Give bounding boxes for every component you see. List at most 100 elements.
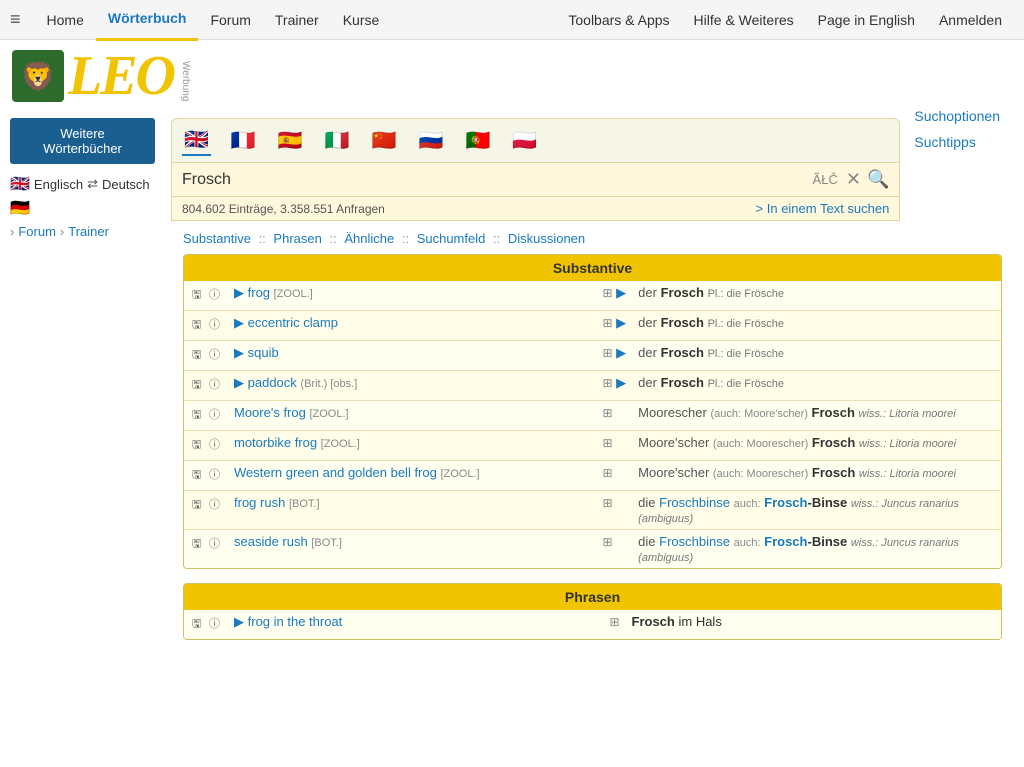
tab-substantive[interactable]: Substantive [183, 231, 251, 246]
de-word: Frosch [632, 614, 675, 629]
save-icon[interactable]: 🖫 [190, 375, 203, 396]
play-button[interactable]: ▶ [234, 345, 244, 361]
de-grid-icon[interactable]: ⊞ [602, 496, 612, 510]
info-icon[interactable]: ⓘ [207, 285, 222, 303]
tab-suchumfeld[interactable]: Suchumfeld [417, 231, 486, 246]
de-word-prefix[interactable]: Froschbinse [659, 495, 730, 510]
en-word[interactable]: frog [248, 285, 270, 300]
play-button[interactable]: ▶ [234, 375, 244, 391]
text-search-link[interactable]: > In einem Text suchen [756, 201, 890, 216]
hamburger-icon[interactable]: ≡ [10, 9, 21, 30]
tab-diskussionen[interactable]: Diskussionen [508, 231, 585, 246]
search-area: 🇬🇧 🇫🇷 🇪🇸 🇮🇹 🇨🇳 🇷🇺 🇵🇹 🇵🇱 ÃŁČ ✕ 🔍 [171, 118, 900, 221]
save-icon[interactable]: 🖫 [190, 315, 203, 336]
arrows-icon: ⇄ [87, 176, 98, 192]
en-word[interactable]: seaside rush [234, 534, 308, 549]
de-grid-icon[interactable]: ⊞ [602, 406, 612, 420]
save-icon[interactable]: 🖫 [190, 534, 203, 555]
de-play-button[interactable]: ▶ [616, 285, 626, 301]
en-tag: [BOT.] [311, 537, 342, 549]
de-play-button[interactable]: ▶ [616, 315, 626, 331]
tab-aehnliche[interactable]: Ähnliche [344, 231, 394, 246]
de-grid-icon[interactable]: ⊞ [602, 286, 612, 300]
flag-btn-cn[interactable]: 🇨🇳 [370, 126, 399, 155]
en-word[interactable]: motorbike frog [234, 435, 317, 450]
info-icon[interactable]: ⓘ [207, 465, 222, 483]
content-area: Substantive :: Phrasen :: Ähnliche :: Su… [171, 221, 1014, 664]
table-row: 🖫 ⓘ seaside rush [BOT.] ⊞ die [184, 530, 1001, 569]
en-word[interactable]: squib [248, 345, 279, 360]
de-grid-icon[interactable]: ⊞ [602, 535, 612, 549]
save-icon[interactable]: 🖫 [190, 405, 203, 426]
nav-toolbars[interactable]: Toolbars & Apps [556, 0, 681, 40]
en-word[interactable]: Moore's frog [234, 405, 306, 420]
sidebar-forum-link[interactable]: Forum [18, 224, 56, 239]
info-icon[interactable]: ⓘ [207, 614, 222, 632]
save-icon[interactable]: 🖫 [190, 345, 203, 366]
flag-btn-es[interactable]: 🇪🇸 [276, 126, 305, 155]
de-cell: die Froschbinse auch: Frosch-Binse wiss.… [632, 491, 1001, 530]
nav-home[interactable]: Home [35, 0, 96, 40]
info-icon[interactable]: ⓘ [207, 345, 222, 363]
flag-btn-fr[interactable]: 🇫🇷 [229, 126, 258, 155]
flag-btn-en[interactable]: 🇬🇧 [182, 125, 211, 156]
play-button[interactable]: ▶ [234, 315, 244, 331]
nav-hilfe[interactable]: Hilfe & Weiteres [682, 0, 806, 40]
de-grid-icon[interactable]: ⊞ [602, 466, 612, 480]
clear-button[interactable]: ✕ [846, 169, 861, 190]
search-input[interactable] [182, 171, 813, 189]
en-word[interactable]: Western green and golden bell frog [234, 465, 437, 480]
save-icon[interactable]: 🖫 [190, 465, 203, 486]
en-word[interactable]: eccentric clamp [248, 315, 338, 330]
phrasen-table: 🖫 ⓘ ▶ frog in the throat ⊞ Fr [184, 610, 1001, 639]
en-word[interactable]: paddock [248, 375, 297, 390]
info-icon[interactable]: ⓘ [207, 435, 222, 453]
nav-trainer[interactable]: Trainer [263, 0, 331, 40]
info-icon[interactable]: ⓘ [207, 315, 222, 333]
nav-woerterbuch[interactable]: Wörterbuch [96, 0, 199, 41]
de-grid-icon[interactable]: ⊞ [609, 615, 619, 629]
search-button[interactable]: 🔍 [867, 169, 889, 190]
de-grid-icon[interactable]: ⊞ [602, 436, 612, 450]
de-plural: Pl.: die Frösche [708, 318, 784, 330]
de-play-button[interactable]: ▶ [616, 375, 626, 391]
de-word: Frosch [661, 345, 704, 360]
de-play-button[interactable]: ▶ [616, 345, 626, 361]
suchoptionen-link[interactable]: Suchoptionen [914, 108, 1000, 124]
flag-btn-pt[interactable]: 🇵🇹 [463, 126, 492, 155]
table-row: 🖫 ⓘ Western green and golden bell frog [… [184, 461, 1001, 491]
sep1: :: [259, 231, 266, 246]
en-word[interactable]: frog in the throat [248, 614, 343, 629]
play-button[interactable]: ▶ [234, 614, 244, 630]
tab-phrasen[interactable]: Phrasen [273, 231, 321, 246]
atc-label: ÃŁČ [813, 172, 838, 187]
flag-btn-it[interactable]: 🇮🇹 [323, 126, 352, 155]
weitere-woerterbucher-button[interactable]: Weitere Wörterbücher [10, 118, 155, 164]
sidebar-trainer-link[interactable]: Trainer [68, 224, 109, 239]
nav-english[interactable]: Page in English [806, 0, 927, 40]
en-tag: [ZOOL.] [274, 288, 313, 300]
suchtipps-link[interactable]: Suchtipps [914, 134, 1000, 150]
save-icon[interactable]: 🖫 [190, 285, 203, 306]
de-grid-icon[interactable]: ⊞ [602, 376, 612, 390]
de-grid-icon[interactable]: ⊞ [602, 346, 612, 360]
en-word[interactable]: frog rush [234, 495, 285, 510]
search-options: Suchoptionen Suchtipps [900, 108, 1014, 150]
nav-forum[interactable]: Forum [198, 0, 262, 40]
nav-kurse[interactable]: Kurse [331, 0, 392, 40]
info-icon[interactable]: ⓘ [207, 375, 222, 393]
save-icon[interactable]: 🖫 [190, 435, 203, 456]
de-grid-icon[interactable]: ⊞ [602, 316, 612, 330]
save-icon[interactable]: 🖫 [190, 495, 203, 516]
info-icon[interactable]: ⓘ [207, 405, 222, 423]
de-word-prefix[interactable]: Froschbinse [659, 534, 730, 549]
flag-btn-pl[interactable]: 🇵🇱 [510, 126, 539, 155]
de-actions: ⊞ ▶ [596, 311, 632, 341]
save-icon[interactable]: 🖫 [190, 614, 203, 635]
nav-anmelden[interactable]: Anmelden [927, 0, 1014, 40]
play-button[interactable]: ▶ [234, 285, 244, 301]
flag-btn-ru[interactable]: 🇷🇺 [417, 126, 446, 155]
info-icon[interactable]: ⓘ [207, 534, 222, 552]
de-word: Frosch [661, 315, 704, 330]
info-icon[interactable]: ⓘ [207, 495, 222, 513]
